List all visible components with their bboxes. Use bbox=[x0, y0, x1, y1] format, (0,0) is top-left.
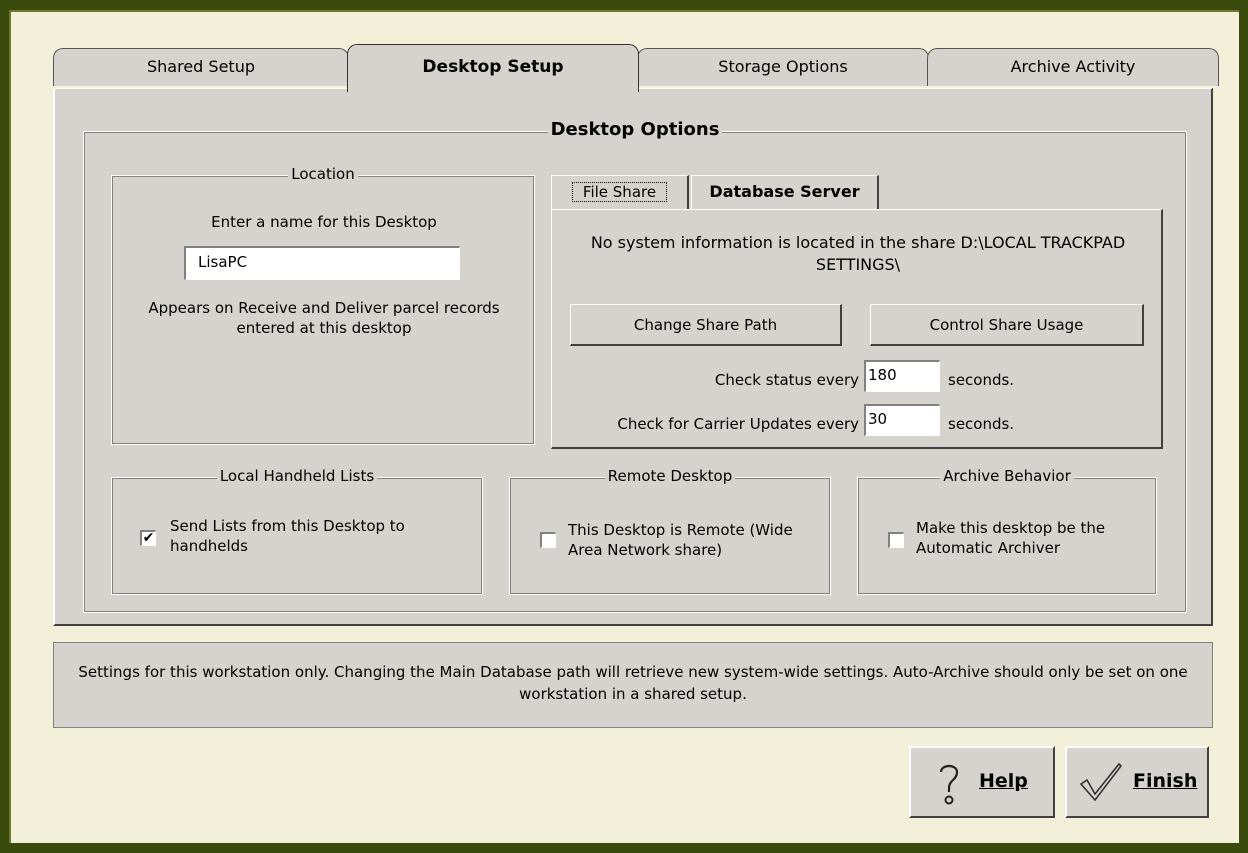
file-share-tab-content: No system information is located in the … bbox=[551, 209, 1163, 449]
finish-label: Finish bbox=[1133, 770, 1198, 792]
group-title: Archive Behavior bbox=[940, 467, 1074, 485]
tab-label: Database Server bbox=[709, 182, 860, 201]
checkmark-icon bbox=[1079, 762, 1123, 802]
tab-database-server[interactable]: Database Server bbox=[691, 175, 879, 209]
tab-shared-setup[interactable]: Shared Setup bbox=[53, 48, 349, 86]
location-prompt: Enter a name for this Desktop bbox=[211, 213, 437, 231]
tab-label: Archive Activity bbox=[1010, 57, 1136, 76]
help-label: Help bbox=[979, 770, 1028, 792]
tab-label: Storage Options bbox=[718, 57, 848, 76]
automatic-archiver-label: Make this desktop be the Automatic Archi… bbox=[916, 519, 1106, 557]
check-status-label: Check status every bbox=[714, 371, 859, 389]
send-lists-label: Send Lists from this Desktop to handheld… bbox=[170, 517, 405, 555]
top-tab-bar: Shared Setup Desktop Setup Storage Optio… bbox=[53, 44, 1219, 92]
remote-desktop-label: This Desktop is Remote (Wide Area Networ… bbox=[568, 521, 793, 559]
tab-archive-activity[interactable]: Archive Activity bbox=[927, 48, 1219, 86]
tab-label: Desktop Setup bbox=[422, 57, 564, 77]
question-mark-icon bbox=[939, 764, 959, 805]
tab-file-share[interactable]: File Share bbox=[551, 175, 689, 209]
seconds-label: seconds. bbox=[948, 371, 1015, 389]
desktop-setup-panel: Desktop Options Location Enter a name fo… bbox=[53, 88, 1213, 626]
settings-window: Shared Setup Desktop Setup Storage Optio… bbox=[9, 10, 1239, 843]
status-message-panel: Settings for this workstation only. Chan… bbox=[53, 642, 1213, 728]
location-group: Location Enter a name for this Desktop L… bbox=[111, 165, 535, 445]
control-share-usage-button[interactable]: Control Share Usage bbox=[870, 304, 1144, 346]
share-status-message: No system information is located in the … bbox=[590, 233, 1126, 274]
group-title: Local Handheld Lists bbox=[216, 467, 378, 485]
check-status-input[interactable]: 180 bbox=[864, 360, 940, 392]
tab-desktop-setup[interactable]: Desktop Setup bbox=[347, 44, 639, 92]
remote-desktop-checkbox[interactable] bbox=[540, 532, 556, 548]
carrier-updates-input[interactable]: 30 bbox=[864, 404, 940, 436]
seconds-label: seconds. bbox=[948, 415, 1015, 433]
tab-label: Shared Setup bbox=[147, 57, 255, 76]
automatic-archiver-checkbox[interactable] bbox=[888, 532, 904, 548]
finish-button[interactable]: Finish bbox=[1065, 746, 1209, 818]
remote-desktop-group: Remote Desktop This Desktop is Remote (W… bbox=[509, 467, 831, 595]
group-title: Remote Desktop bbox=[604, 467, 736, 485]
send-lists-checkbox[interactable]: ✔ bbox=[140, 530, 156, 546]
carrier-updates-label: Check for Carrier Updates every bbox=[617, 415, 859, 433]
tab-storage-options[interactable]: Storage Options bbox=[637, 48, 929, 86]
group-title: Desktop Options bbox=[547, 119, 723, 140]
archive-behavior-group: Archive Behavior Make this desktop be th… bbox=[857, 467, 1157, 595]
location-note: Appears on Receive and Deliver parcel re… bbox=[148, 299, 500, 337]
status-text: Settings for this workstation only. Chan… bbox=[78, 663, 1188, 703]
desktop-name-input[interactable]: LisaPC bbox=[184, 246, 460, 280]
local-handheld-lists-group: Local Handheld Lists ✔ Send Lists from t… bbox=[111, 467, 483, 595]
group-title: Location bbox=[288, 165, 358, 183]
tab-label: File Share bbox=[571, 182, 668, 202]
change-share-path-button[interactable]: Change Share Path bbox=[570, 304, 842, 346]
check-icon: ✔ bbox=[142, 530, 155, 546]
help-button[interactable]: Help bbox=[909, 746, 1055, 818]
